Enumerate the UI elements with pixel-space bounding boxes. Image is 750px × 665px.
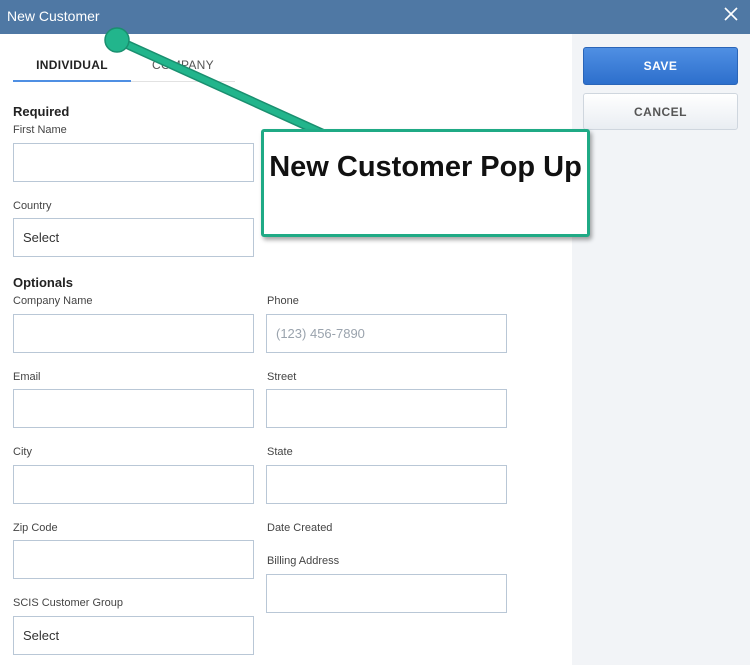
annotation-callout: New Customer Pop Up — [261, 129, 590, 237]
annotation-pointer — [104, 27, 327, 138]
